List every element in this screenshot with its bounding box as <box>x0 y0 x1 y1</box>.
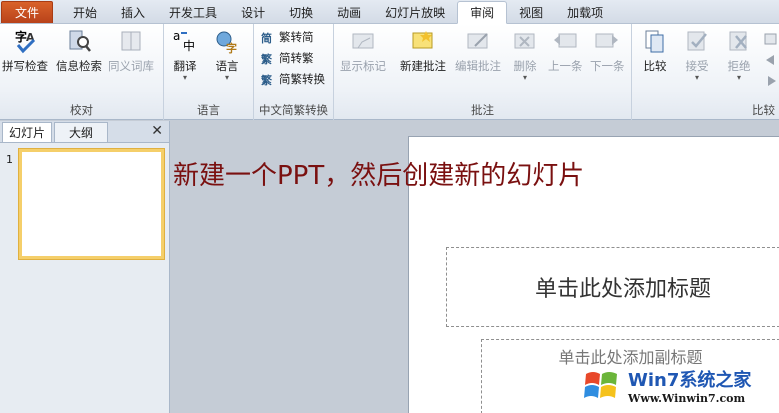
compare-icon <box>642 28 668 54</box>
group-label-proofing: 校对 <box>70 103 93 117</box>
ribbon: 字A 拼写检查 信息检索 同义词库 校对 a中 翻译 ▾ 字 语言 ▾ 语言 简… <box>0 24 779 120</box>
group-proofing: 字A 拼写检查 信息检索 同义词库 校对 <box>0 24 164 120</box>
new-comment-button[interactable]: 新建批注 <box>400 28 446 90</box>
group-label-language: 语言 <box>197 103 220 117</box>
next-comment-icon <box>594 28 620 54</box>
edit-comment-icon <box>465 28 491 54</box>
reviewing-pane-small-button[interactable] <box>764 29 779 49</box>
accept-button[interactable]: 接受 ▾ <box>684 28 710 90</box>
thesaurus-button[interactable]: 同义词库 <box>108 28 154 90</box>
previous-comment-button[interactable]: 上一条 <box>548 28 583 90</box>
watermark: Win7系统之家 Www.Winwin7.com <box>582 358 779 413</box>
slides-pane: 幻灯片 大纲 ✕ 1 <box>0 121 170 413</box>
svg-text:繁: 繁 <box>261 52 273 65</box>
simp-to-trad-button[interactable]: 繁 简转繁 <box>260 48 314 68</box>
windows-logo-icon <box>582 366 622 406</box>
close-icon[interactable]: ✕ <box>151 123 163 139</box>
previous-change-small-button[interactable] <box>764 50 779 70</box>
tab-home[interactable]: 开始 <box>61 1 109 23</box>
simp-to-trad-icon: 繁 <box>260 51 275 66</box>
thesaurus-icon <box>118 28 144 54</box>
title-placeholder[interactable]: 单击此处添加标题 <box>446 247 779 327</box>
arrow-left-icon <box>764 53 778 67</box>
slide-thumbnail[interactable] <box>19 149 164 259</box>
arrow-right-icon <box>764 74 778 88</box>
delete-comment-button[interactable]: 删除 ▾ <box>512 28 538 90</box>
convert-icon: 繁 <box>260 72 275 87</box>
compare-button[interactable]: 比较 <box>642 28 668 90</box>
convert-button[interactable]: 繁 简繁转换 <box>260 69 325 89</box>
chevron-down-icon: ▾ <box>522 73 527 82</box>
tab-view[interactable]: 视图 <box>507 1 555 23</box>
accept-icon <box>684 28 710 54</box>
group-comments: 显示标记 新建批注 编辑批注 删除 ▾ 上一条 下一条 批注 <box>334 24 632 120</box>
delete-comment-icon <box>512 28 538 54</box>
tab-design[interactable]: 设计 <box>229 1 277 23</box>
tab-transitions[interactable]: 切换 <box>277 1 325 23</box>
spell-check-button[interactable]: 字A 拼写检查 <box>2 28 48 90</box>
svg-text:简: 简 <box>261 31 272 44</box>
pane-icon <box>764 32 778 46</box>
translate-button[interactable]: a中 翻译 ▾ <box>172 28 198 90</box>
research-icon <box>66 28 92 54</box>
group-compare: 比较 接受 ▾ 拒绝 ▾ 比较 <box>632 24 779 120</box>
group-label-comments: 批注 <box>471 103 494 117</box>
svg-text:繁: 繁 <box>261 73 273 86</box>
group-chinese-conversion: 简 繁转简 繁 简转繁 繁 简繁转换 中文简繁转换 <box>254 24 334 120</box>
next-change-small-button[interactable] <box>764 71 779 91</box>
svg-text:字: 字 <box>226 41 237 54</box>
tab-file[interactable]: 文件 <box>1 1 54 23</box>
annotation-text: 新建一个PPT，然后创建新的幻灯片 <box>173 161 585 191</box>
tab-review[interactable]: 审阅 <box>457 1 508 24</box>
ribbon-tab-bar: 文件 开始 插入 开发工具 设计 切换 动画 幻灯片放映 审阅 视图 加载项 <box>0 0 779 24</box>
translate-icon: a中 <box>172 28 198 54</box>
chevron-down-icon: ▾ <box>694 73 699 82</box>
reject-icon <box>726 28 752 54</box>
reject-button[interactable]: 拒绝 ▾ <box>726 28 752 90</box>
tab-developer[interactable]: 开发工具 <box>157 1 229 23</box>
tab-slides[interactable]: 幻灯片 <box>2 122 53 142</box>
trad-to-simp-button[interactable]: 简 繁转简 <box>261 27 314 47</box>
show-markup-button[interactable]: 显示标记 <box>340 28 386 90</box>
group-label-chinese: 中文简繁转换 <box>259 103 328 117</box>
slide-number: 1 <box>6 153 13 166</box>
spell-check-icon: 字A <box>12 28 38 54</box>
svg-text:中: 中 <box>183 38 195 53</box>
tab-insert[interactable]: 插入 <box>109 1 157 23</box>
language-button[interactable]: 字 语言 ▾ <box>214 28 240 90</box>
previous-comment-icon <box>552 28 578 54</box>
chevron-down-icon: ▾ <box>182 73 187 82</box>
tab-animations[interactable]: 动画 <box>325 1 373 23</box>
chevron-down-icon: ▾ <box>736 73 741 82</box>
next-comment-button[interactable]: 下一条 <box>590 28 625 90</box>
group-label-compare: 比较 <box>752 103 775 117</box>
research-button[interactable]: 信息检索 <box>56 28 102 90</box>
show-markup-icon <box>350 28 376 54</box>
trad-to-simp-icon: 简 <box>261 30 275 45</box>
tab-addins[interactable]: 加载项 <box>555 1 615 23</box>
tab-slideshow[interactable]: 幻灯片放映 <box>373 1 457 23</box>
language-icon: 字 <box>214 28 240 55</box>
edit-comment-button[interactable]: 编辑批注 <box>455 28 501 90</box>
watermark-title: Win7系统之家 <box>628 370 752 391</box>
watermark-url: Www.Winwin7.com <box>628 392 746 405</box>
tab-outline[interactable]: 大纲 <box>54 122 109 142</box>
group-language: a中 翻译 ▾ 字 语言 ▾ 语言 <box>164 24 254 120</box>
new-comment-icon <box>410 28 436 54</box>
svg-text:a: a <box>173 29 180 43</box>
chevron-down-icon: ▾ <box>224 73 229 82</box>
pane-tabs: 幻灯片 大纲 ✕ <box>0 121 169 143</box>
